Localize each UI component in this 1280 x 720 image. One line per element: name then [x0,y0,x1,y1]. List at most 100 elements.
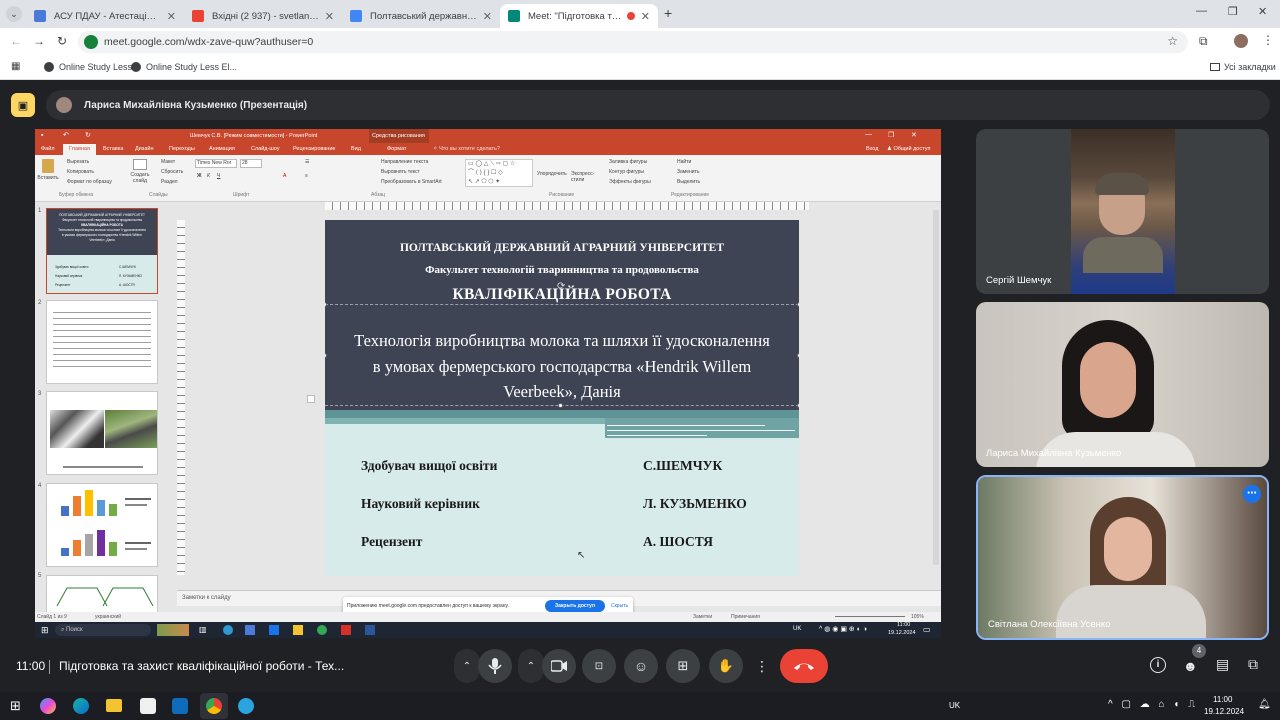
raise-hand-button[interactable]: ✋ [709,649,743,683]
shape-effects-button[interactable]: Эффекты фигуры [609,179,651,185]
telegram-app-icon[interactable] [238,698,254,714]
slide-thumbnail-5[interactable] [46,575,158,615]
selection-handle[interactable] [558,403,563,408]
profile-avatar[interactable] [1234,34,1248,48]
font-name-select[interactable]: Times New Ror [195,159,237,168]
bold-icon[interactable]: Ж [197,173,202,179]
font-size-select[interactable]: 28 [240,159,262,168]
shared-lang-indicator[interactable]: UK [793,626,801,632]
ppt-close-icon[interactable]: ✕ [911,131,917,139]
bookmark-online-study-1[interactable]: Online Study Less [44,62,132,72]
zoom-slider[interactable] [835,616,905,617]
selection-handle[interactable] [325,302,327,307]
selection-handle[interactable] [797,353,799,358]
close-tab-icon[interactable]: ✕ [641,10,650,23]
ppt-tab-slideshow[interactable]: Слайд-шоу [251,146,280,152]
emoji-button[interactable]: ☺ [624,649,658,683]
ppt-tell-me[interactable]: ✧ Что вы хотите сделать? [433,146,500,152]
ppt-tab-home[interactable]: Главная [63,144,96,155]
text-direction-button[interactable]: Направление текста [381,159,428,165]
slide-thumbnail-2[interactable] [46,300,158,384]
participant-tile-2[interactable]: Лариса Михайлівна Кузьменко [976,302,1269,467]
all-bookmarks[interactable]: Усі закладки [1210,62,1276,72]
zoom-level[interactable]: 105% [911,614,924,620]
site-info-icon[interactable] [84,35,98,49]
minimize-window-icon[interactable]: — [1196,5,1207,17]
shared-tray-icons[interactable]: ^ ◍ ◉ ▣ ⊕ ◐ ◑ [819,625,867,633]
word-app-icon[interactable] [365,625,375,635]
ppt-undo-icon[interactable]: ↶ [63,131,69,139]
restore-window-icon[interactable]: ❐ [1228,5,1238,18]
new-tab-button[interactable]: + [664,5,672,21]
language-status[interactable]: украинский [95,614,121,620]
section-button[interactable]: Раздел [161,179,178,185]
keyboard-language[interactable]: UK [949,701,960,710]
participant-tile-1[interactable]: Сергій Шемчук [976,129,1269,294]
tab-search-button[interactable]: ⌄ [6,6,22,22]
activities-icon[interactable]: ⧉ [1248,656,1258,673]
font-color-icon[interactable]: A [283,173,286,179]
more-options-button[interactable]: ⋮ [750,649,774,683]
participant-tile-3-active[interactable]: ⋯ Світлана Олексіївна Усенко [976,475,1269,640]
present-button[interactable]: ⊞ [666,649,700,683]
audio-options-chevron[interactable]: ⌃ [454,649,480,683]
arrange-button[interactable]: Упорядочить [537,171,567,177]
selection-handle[interactable] [797,302,799,307]
ppt-share[interactable]: ♟ Общий доступ [887,146,930,152]
ppt-tab-review[interactable]: Рецензирование [293,146,335,152]
edge-app-icon[interactable] [223,625,233,635]
close-tab-icon[interactable]: ✕ [483,10,492,23]
camera-button[interactable] [542,649,576,683]
meeting-info-icon[interactable]: i [1150,657,1166,673]
microphone-button[interactable] [478,649,512,683]
comments-toggle[interactable]: Примечания [731,614,760,620]
outlook-app-icon[interactable] [172,698,188,714]
close-tab-icon[interactable]: ✕ [325,10,334,23]
copy-button[interactable]: Копировать [67,169,94,175]
chat-icon[interactable]: ▤ [1216,656,1229,673]
bookmark-star-icon[interactable]: ☆ [1167,34,1178,48]
taskbar-search-box[interactable]: ⌕ Поиск [55,624,151,636]
selection-handle[interactable] [797,403,799,408]
rotate-handle-icon[interactable]: ⟳ [557,281,565,292]
align-left-icon[interactable]: ≡ [305,173,308,179]
system-tray-icons[interactable]: ^ ▢ ☁ ⌂ ◖ ⎍ [1108,699,1198,710]
stop-sharing-button[interactable]: Закрыть доступ [545,600,605,612]
extensions-icon[interactable]: ⧉ [1199,34,1208,49]
layout-button[interactable]: Макет [161,159,175,165]
apps-grid-icon[interactable]: ▦ [11,61,20,72]
underline-icon[interactable]: Ч [217,173,220,179]
browser-menu-icon[interactable]: ⋮ [1262,33,1274,47]
reset-button[interactable]: Сбросить [161,169,183,175]
file-explorer-icon[interactable] [106,699,122,712]
browser-tab-meet[interactable]: Meet: "Підготовка та захи ✕ [500,4,658,28]
hide-notice-button[interactable]: Скрыть [611,603,628,609]
ppt-restore-icon[interactable]: ❐ [888,131,894,139]
ppt-tab-file[interactable]: Файл [41,146,55,152]
forward-icon[interactable]: → [33,34,45,48]
acrobat-app-icon[interactable] [341,625,351,635]
ppt-sign-in[interactable]: Вход [866,146,878,152]
notification-bell-icon[interactable]: 🔔︎ [1258,699,1271,710]
shape-outline-button[interactable]: Контур фигуры [609,169,644,175]
ppt-tab-view[interactable]: Вид [351,146,361,152]
video-options-chevron[interactable]: ⌃ [518,649,544,683]
captions-button[interactable]: ⊡ [582,649,616,683]
browser-tab-pdau[interactable]: Полтавський державний аграр ✕ [342,4,500,28]
close-tab-icon[interactable]: ✕ [167,10,176,23]
edge-app-icon[interactable] [73,698,89,714]
shared-notification-icon[interactable]: ▭ [923,625,931,634]
align-text-button[interactable]: Выровнять текст [381,169,420,175]
notes-toggle[interactable]: Заметки [693,614,712,620]
slide-thumbnail-1[interactable]: ПОЛТАВСЬКИЙ ДЕРЖАВНИЙ АГРАРНИЙ УНІВЕРСИТ… [46,208,158,294]
ppt-minimize-icon[interactable]: — [865,131,872,138]
ppt-tab-animation[interactable]: Анимация [209,146,235,152]
smartart-button[interactable]: Преобразовать в SmartArt [381,179,442,185]
layout-options-icon[interactable] [307,395,315,403]
replace-button[interactable]: Заменить [677,169,699,175]
reload-icon[interactable]: ↻ [57,34,67,48]
mail-app-icon[interactable] [269,625,279,635]
current-slide[interactable]: ПОЛТАВСЬКИЙ ДЕРЖАВНИЙ АГРАРНИЙ УНІВЕРСИТ… [325,220,799,576]
omnibox[interactable]: meet.google.com/wdx-zave-quw?authuser=0 … [78,31,1188,53]
task-view-icon[interactable]: ▥ [199,625,207,634]
